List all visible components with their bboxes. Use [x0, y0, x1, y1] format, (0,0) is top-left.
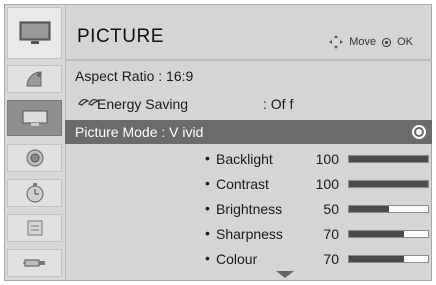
setting-level-bar[interactable] [348, 155, 429, 163]
tv-icon [19, 21, 50, 44]
sidebar-item-option[interactable] [7, 214, 62, 242]
input-icon [22, 259, 45, 267]
move-label: Move [349, 36, 377, 48]
bullet: • [205, 250, 210, 266]
setting-value: 50 [323, 201, 339, 217]
clock-icon [26, 183, 43, 203]
sidebar-item-setup[interactable] [7, 65, 62, 93]
sidebar [5, 5, 66, 280]
audio-icon [26, 149, 43, 167]
osd-menu: PICTURE Move OK Aspect Ratio : 16:9 Ener… [4, 4, 432, 281]
energy-saving-label: Energy Saving [97, 96, 189, 112]
setting-name: Brightness [216, 201, 283, 217]
sidebar-item-time[interactable] [7, 179, 62, 207]
menu-item-picture-mode[interactable]: Picture Mode : V ivid [65, 120, 432, 144]
setting-row-colour[interactable]: • Colour 70 [65, 247, 432, 271]
sidebar-item-picture[interactable] [7, 100, 62, 136]
setting-level-bar[interactable] [348, 255, 429, 263]
setting-name: Colour [216, 251, 258, 267]
radio-selected-icon [412, 125, 426, 139]
setting-row-backlight[interactable]: • Backlight 100 [65, 147, 432, 171]
energy-saving-value: : Of f [263, 96, 294, 112]
setting-value: 100 [315, 176, 339, 192]
setting-value: 70 [323, 251, 339, 267]
picture-icon [22, 110, 47, 126]
setting-row-contrast[interactable]: • Contrast 100 [65, 172, 432, 196]
setting-row-brightness[interactable]: • Brightness 50 [65, 197, 432, 221]
page-title: PICTURE [77, 26, 164, 47]
sidebar-item-input[interactable] [7, 249, 62, 277]
ok-label: OK [397, 36, 413, 48]
move-arrows-icon [329, 35, 344, 49]
setting-level-bar[interactable] [348, 180, 429, 188]
setting-level-bar[interactable] [348, 230, 429, 238]
navigation-hint: Move OK [329, 35, 413, 49]
bullet: • [205, 225, 210, 241]
menu-item-aspect-ratio[interactable]: Aspect Ratio : 16:9 [65, 64, 432, 88]
option-icon [27, 220, 42, 236]
setting-value: 100 [315, 151, 339, 167]
setting-value: 70 [323, 226, 339, 242]
setting-level-bar[interactable] [348, 205, 429, 213]
header-divider [65, 59, 432, 61]
scroll-down-icon[interactable] [276, 271, 294, 278]
picture-mode-label: Picture Mode : V ivid [75, 124, 204, 140]
setting-name: Contrast [216, 176, 269, 192]
antenna-icon [25, 71, 41, 87]
bullet: • [205, 150, 210, 166]
aspect-ratio-label: Aspect Ratio : 16:9 [75, 68, 194, 84]
menu-item-energy-saving[interactable]: Energy Saving : Of f [65, 92, 432, 116]
setting-row-sharpness[interactable]: • Sharpness 70 [65, 222, 432, 246]
ok-icon [382, 37, 392, 47]
setting-name: Sharpness [216, 226, 283, 242]
sidebar-item-audio[interactable] [7, 144, 62, 172]
sidebar-item-tv[interactable] [7, 7, 62, 59]
bullet: • [205, 200, 210, 216]
bullet: • [205, 175, 210, 191]
setting-name: Backlight [216, 151, 273, 167]
